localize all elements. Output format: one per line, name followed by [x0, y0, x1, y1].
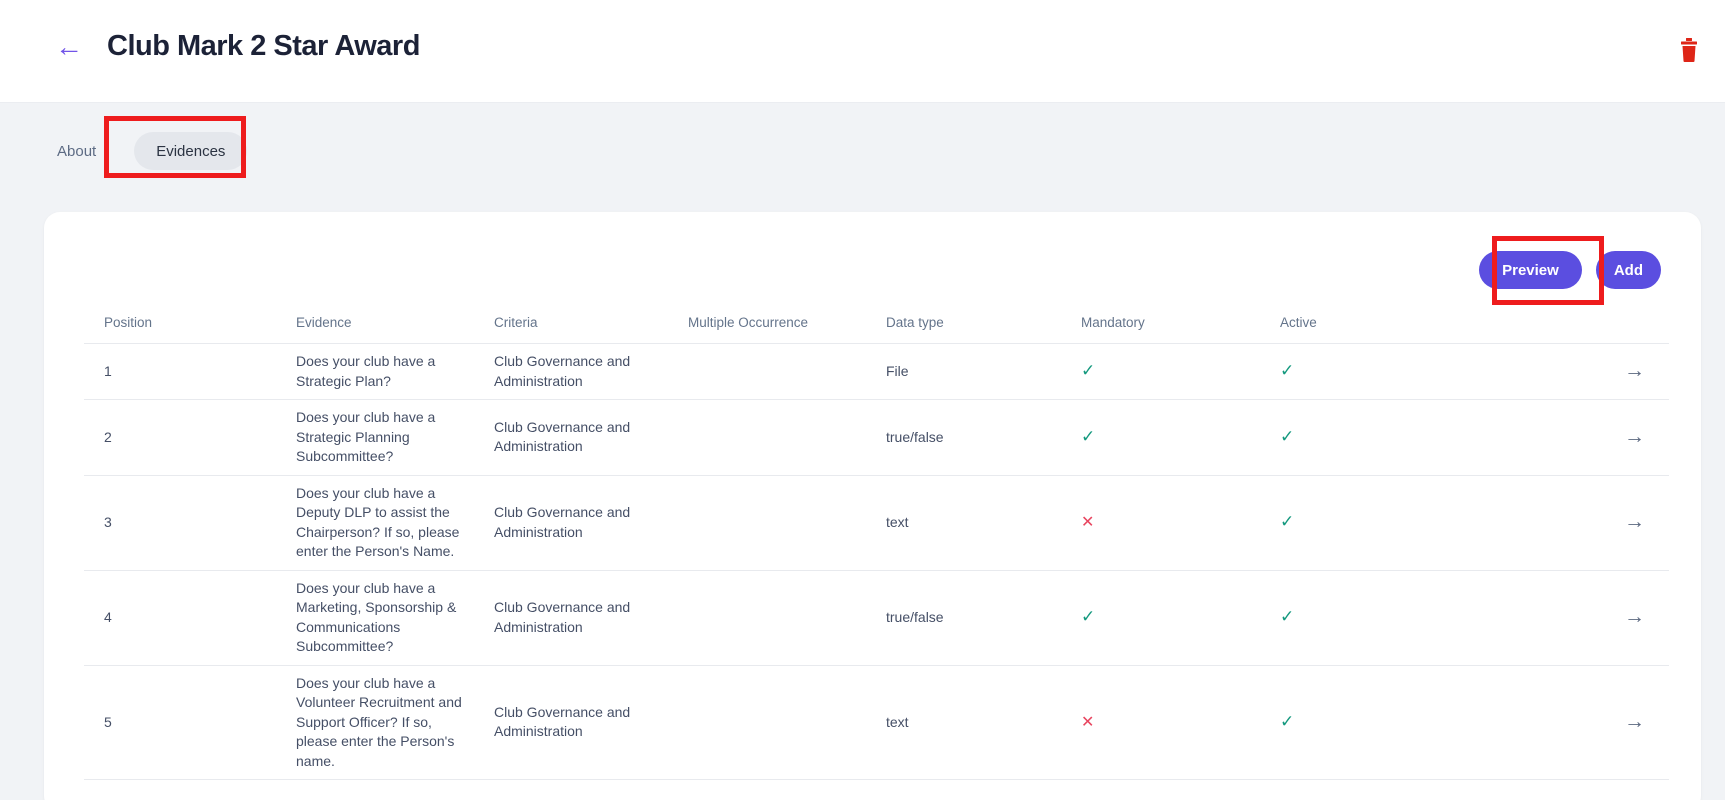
cell-multiple-occurrence — [668, 665, 866, 780]
table-row[interactable]: 4 Does your club have a Marketing, Spons… — [84, 570, 1669, 665]
row-detail-arrow-icon[interactable]: → — [1624, 426, 1645, 447]
table-row[interactable]: 1 Does your club have a Strategic Plan? … — [84, 344, 1669, 400]
preview-button[interactable]: Preview — [1479, 251, 1582, 289]
cell-position: 2 — [84, 400, 276, 476]
evidences-table: Position Evidence Criteria Multiple Occu… — [84, 315, 1669, 780]
cell-multiple-occurrence — [668, 344, 866, 400]
cell-evidence: Does your club have a Volunteer Recruitm… — [276, 665, 474, 780]
cell-multiple-occurrence — [668, 570, 866, 665]
column-header-active: Active — [1260, 315, 1540, 344]
column-header-evidence: Evidence — [276, 315, 474, 344]
trash-icon — [1679, 50, 1699, 65]
card-toolbar: Preview Add — [44, 212, 1701, 289]
cell-criteria: Club Governance and Administration — [474, 475, 668, 570]
page-header: ← Club Mark 2 Star Award — [0, 0, 1725, 103]
tab-about[interactable]: About — [57, 132, 96, 170]
active-status-icon: ✓ — [1280, 427, 1294, 446]
delete-button[interactable] — [1676, 38, 1702, 64]
cell-multiple-occurrence — [668, 400, 866, 476]
cell-position: 1 — [84, 344, 276, 400]
cell-data-type: true/false — [866, 400, 1061, 476]
cell-criteria: Club Governance and Administration — [474, 344, 668, 400]
tab-bar: About Evidences — [0, 104, 1725, 212]
row-detail-arrow-icon[interactable]: → — [1624, 711, 1645, 732]
page-title: Club Mark 2 Star Award — [107, 30, 420, 63]
mandatory-status-icon: ✕ — [1081, 714, 1094, 731]
mandatory-status-icon: ✕ — [1081, 514, 1094, 531]
cell-evidence: Does your club have a Strategic Planning… — [276, 400, 474, 476]
column-header-actions — [1540, 315, 1669, 344]
cell-criteria: Club Governance and Administration — [474, 570, 668, 665]
tab-evidences[interactable]: Evidences — [134, 132, 247, 170]
mandatory-status-icon: ✓ — [1081, 361, 1095, 380]
table-row[interactable]: 3 Does your club have a Deputy DLP to as… — [84, 475, 1669, 570]
column-header-multiple-occurrence: Multiple Occurrence — [668, 315, 866, 344]
add-button[interactable]: Add — [1596, 251, 1661, 289]
column-header-position: Position — [84, 315, 276, 344]
active-status-icon: ✓ — [1280, 361, 1294, 380]
cell-data-type: text — [866, 665, 1061, 780]
cell-evidence: Does your club have a Marketing, Sponsor… — [276, 570, 474, 665]
cell-position: 3 — [84, 475, 276, 570]
table-row[interactable]: 2 Does your club have a Strategic Planni… — [84, 400, 1669, 476]
row-detail-arrow-icon[interactable]: → — [1624, 606, 1645, 627]
cell-evidence: Does your club have a Strategic Plan? — [276, 344, 474, 400]
mandatory-status-icon: ✓ — [1081, 607, 1095, 626]
cell-multiple-occurrence — [668, 475, 866, 570]
cell-position: 5 — [84, 665, 276, 780]
column-header-criteria: Criteria — [474, 315, 668, 344]
cell-position: 4 — [84, 570, 276, 665]
active-status-icon: ✓ — [1280, 607, 1294, 626]
mandatory-status-icon: ✓ — [1081, 427, 1095, 446]
cell-data-type: File — [866, 344, 1061, 400]
active-status-icon: ✓ — [1280, 512, 1294, 531]
table-header-row: Position Evidence Criteria Multiple Occu… — [84, 315, 1669, 344]
cell-data-type: text — [866, 475, 1061, 570]
column-header-mandatory: Mandatory — [1061, 315, 1260, 344]
evidences-card: Preview Add Position Evidence Criteria M… — [44, 212, 1701, 800]
row-detail-arrow-icon[interactable]: → — [1624, 511, 1645, 532]
cell-criteria: Club Governance and Administration — [474, 665, 668, 780]
row-detail-arrow-icon[interactable]: → — [1624, 360, 1645, 381]
table-row[interactable]: 5 Does your club have a Volunteer Recrui… — [84, 665, 1669, 780]
back-button[interactable]: ← — [55, 33, 83, 61]
cell-criteria: Club Governance and Administration — [474, 400, 668, 476]
cell-data-type: true/false — [866, 570, 1061, 665]
cell-evidence: Does your club have a Deputy DLP to assi… — [276, 475, 474, 570]
column-header-data-type: Data type — [866, 315, 1061, 344]
arrow-left-icon: ← — [55, 31, 83, 62]
active-status-icon: ✓ — [1280, 712, 1294, 731]
